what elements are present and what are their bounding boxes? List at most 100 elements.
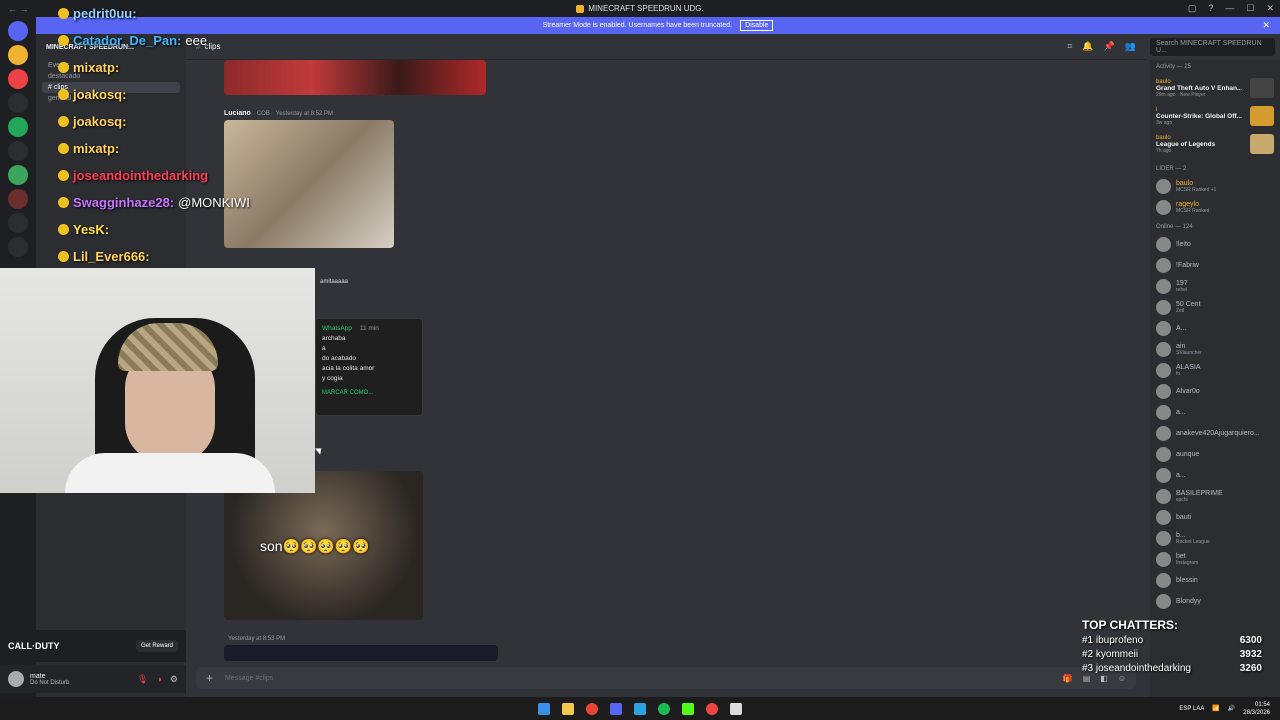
member-row[interactable]: baulo MCSR Ranked +1 xyxy=(1150,176,1280,197)
member-row[interactable]: Alvar0o xyxy=(1150,381,1280,402)
webcam-overlay xyxy=(0,268,315,493)
attachment-image[interactable] xyxy=(224,645,498,661)
wa-time: 11 min xyxy=(359,325,379,332)
member-name: rageylo xyxy=(1176,201,1199,208)
server-icon[interactable] xyxy=(8,237,28,257)
member-row[interactable]: BASILEPRIME spchi xyxy=(1150,486,1280,507)
member-row[interactable]: 197 rehel xyxy=(1150,276,1280,297)
telegram-icon[interactable] xyxy=(634,702,646,715)
home-button[interactable] xyxy=(8,21,28,41)
sticker-icon[interactable]: ◧ xyxy=(1100,674,1108,683)
member-row[interactable]: A... xyxy=(1150,318,1280,339)
help-icon[interactable]: ? xyxy=(1208,3,1213,14)
member-row[interactable]: rageylo MCSR Ranked xyxy=(1150,197,1280,218)
member-row[interactable]: a... xyxy=(1150,465,1280,486)
clock[interactable]: 01:54 28/3/2026 xyxy=(1243,701,1270,717)
gift-icon[interactable]: 🎁 xyxy=(1063,674,1073,683)
member-row[interactable]: b... Rocket League xyxy=(1150,528,1280,549)
member-name: ALASIA xyxy=(1176,364,1201,371)
wa-line: archaba xyxy=(322,335,346,342)
kick-icon[interactable] xyxy=(682,702,694,715)
server-logo-icon xyxy=(576,4,585,13)
member-row[interactable]: ALASIA fo. xyxy=(1150,360,1280,381)
add-attachment-icon[interactable]: + xyxy=(206,671,213,685)
member-name: Blondyy xyxy=(1176,598,1201,605)
chat-badge-icon xyxy=(58,251,69,262)
whatsapp-notification-card[interactable]: WhatsApp 11 min archaba a do acabado aci… xyxy=(315,318,423,416)
avatar xyxy=(1156,258,1171,273)
server-icon[interactable] xyxy=(8,45,28,65)
language-indicator[interactable]: ESP LAA xyxy=(1179,706,1204,712)
threads-icon[interactable]: ⌗ xyxy=(1067,41,1072,52)
avatar xyxy=(1156,510,1171,525)
get-reward-button[interactable]: Get Reward xyxy=(135,640,178,652)
server-icon[interactable] xyxy=(8,69,28,89)
member-row[interactable]: ain SKlauncher xyxy=(1150,339,1280,360)
search-input[interactable]: Search MINECRAFT SPEEDRUN U... xyxy=(1150,38,1275,56)
wifi-icon[interactable]: 📶 xyxy=(1212,705,1219,712)
avatar xyxy=(1156,342,1171,357)
nav-arrows[interactable]: ← → xyxy=(8,4,29,14)
windows-taskbar: ESP LAA 📶 🔊 01:54 28/3/2026 xyxy=(0,697,1280,720)
member-row[interactable]: Blondyy xyxy=(1150,591,1280,612)
activity-item[interactable]: l Counter-Strike: Global Off... 3w ago xyxy=(1150,102,1280,130)
mute-icon[interactable]: 🎙 xyxy=(137,674,148,685)
message-composer[interactable]: + Message #clips 🎁 ▤ ◧ ☺ xyxy=(196,667,1136,689)
activity-item[interactable]: baulo League of Legends 7h ago xyxy=(1150,130,1280,158)
server-icon[interactable] xyxy=(8,141,28,161)
members-icon[interactable]: 👥 xyxy=(1125,41,1136,52)
avatar xyxy=(1156,426,1171,441)
inbox-icon[interactable]: ▢ xyxy=(1188,3,1197,14)
server-icon[interactable] xyxy=(8,213,28,233)
chat-badge-icon xyxy=(58,8,69,19)
start-icon[interactable] xyxy=(538,702,550,715)
member-row[interactable]: bauti xyxy=(1150,507,1280,528)
wa-mark-read-button[interactable]: MARCAR COMO... xyxy=(322,390,416,396)
top-chatter-row: #2 kyommeii 3932 xyxy=(1082,649,1262,660)
chrome-icon[interactable] xyxy=(586,702,598,715)
member-row[interactable]: aunque xyxy=(1150,444,1280,465)
member-row[interactable]: !Fabriw xyxy=(1150,255,1280,276)
gif-icon[interactable]: ▤ xyxy=(1083,674,1091,683)
member-row[interactable]: !leito xyxy=(1150,234,1280,255)
server-icon[interactable] xyxy=(8,165,28,185)
avatar xyxy=(1156,552,1171,567)
server-icon[interactable] xyxy=(8,93,28,113)
bell-icon[interactable]: 🔔 xyxy=(1082,41,1093,52)
emoji-icon[interactable]: ☺ xyxy=(1118,674,1126,683)
chat-username: YesK: xyxy=(73,222,110,237)
gear-icon[interactable]: ⚙ xyxy=(170,674,178,685)
minimize-button[interactable]: — xyxy=(1225,3,1234,14)
banner-close-icon[interactable]: ✕ xyxy=(1262,20,1270,31)
member-row[interactable]: blessin xyxy=(1150,570,1280,591)
app-icon[interactable] xyxy=(706,702,718,715)
avatar[interactable] xyxy=(8,671,24,687)
member-row[interactable]: anakeve420Ajugarquiero... xyxy=(1150,423,1280,444)
avatar xyxy=(1156,573,1171,588)
overlay-chat-line: mixatp: xyxy=(58,135,298,162)
chat-badge-icon xyxy=(58,143,69,154)
volume-icon[interactable]: 🔊 xyxy=(1228,705,1235,712)
app-icon[interactable] xyxy=(730,702,742,715)
disable-streamer-button[interactable]: Disable xyxy=(740,20,774,31)
activity-item[interactable]: baulo Grand Theft Auto V Enhan... 29m ag… xyxy=(1150,74,1280,102)
chat-badge-icon xyxy=(58,224,69,235)
server-icon[interactable] xyxy=(8,117,28,137)
member-row[interactable]: bet Instagram xyxy=(1150,549,1280,570)
overlay-chat-line: pedrit0uu: xyxy=(58,0,298,27)
avatar xyxy=(1156,237,1171,252)
member-name: aunque xyxy=(1176,451,1200,458)
maximize-button[interactable]: ☐ xyxy=(1246,3,1254,14)
discord-icon[interactable] xyxy=(610,702,622,715)
member-row[interactable]: 50 Cent Zell xyxy=(1150,297,1280,318)
clock-date: 28/3/2026 xyxy=(1243,709,1270,716)
member-status: Rocket League xyxy=(1176,539,1210,545)
spotify-icon[interactable] xyxy=(658,702,670,715)
file-explorer-icon[interactable] xyxy=(562,702,574,715)
pin-icon[interactable]: 📌 xyxy=(1104,41,1115,52)
deafen-icon[interactable]: ◑ xyxy=(156,674,161,685)
chat-username: mixatp: xyxy=(73,60,120,75)
member-row[interactable]: a... xyxy=(1150,402,1280,423)
close-button[interactable]: ✕ xyxy=(1266,3,1274,14)
server-icon[interactable] xyxy=(8,189,28,209)
